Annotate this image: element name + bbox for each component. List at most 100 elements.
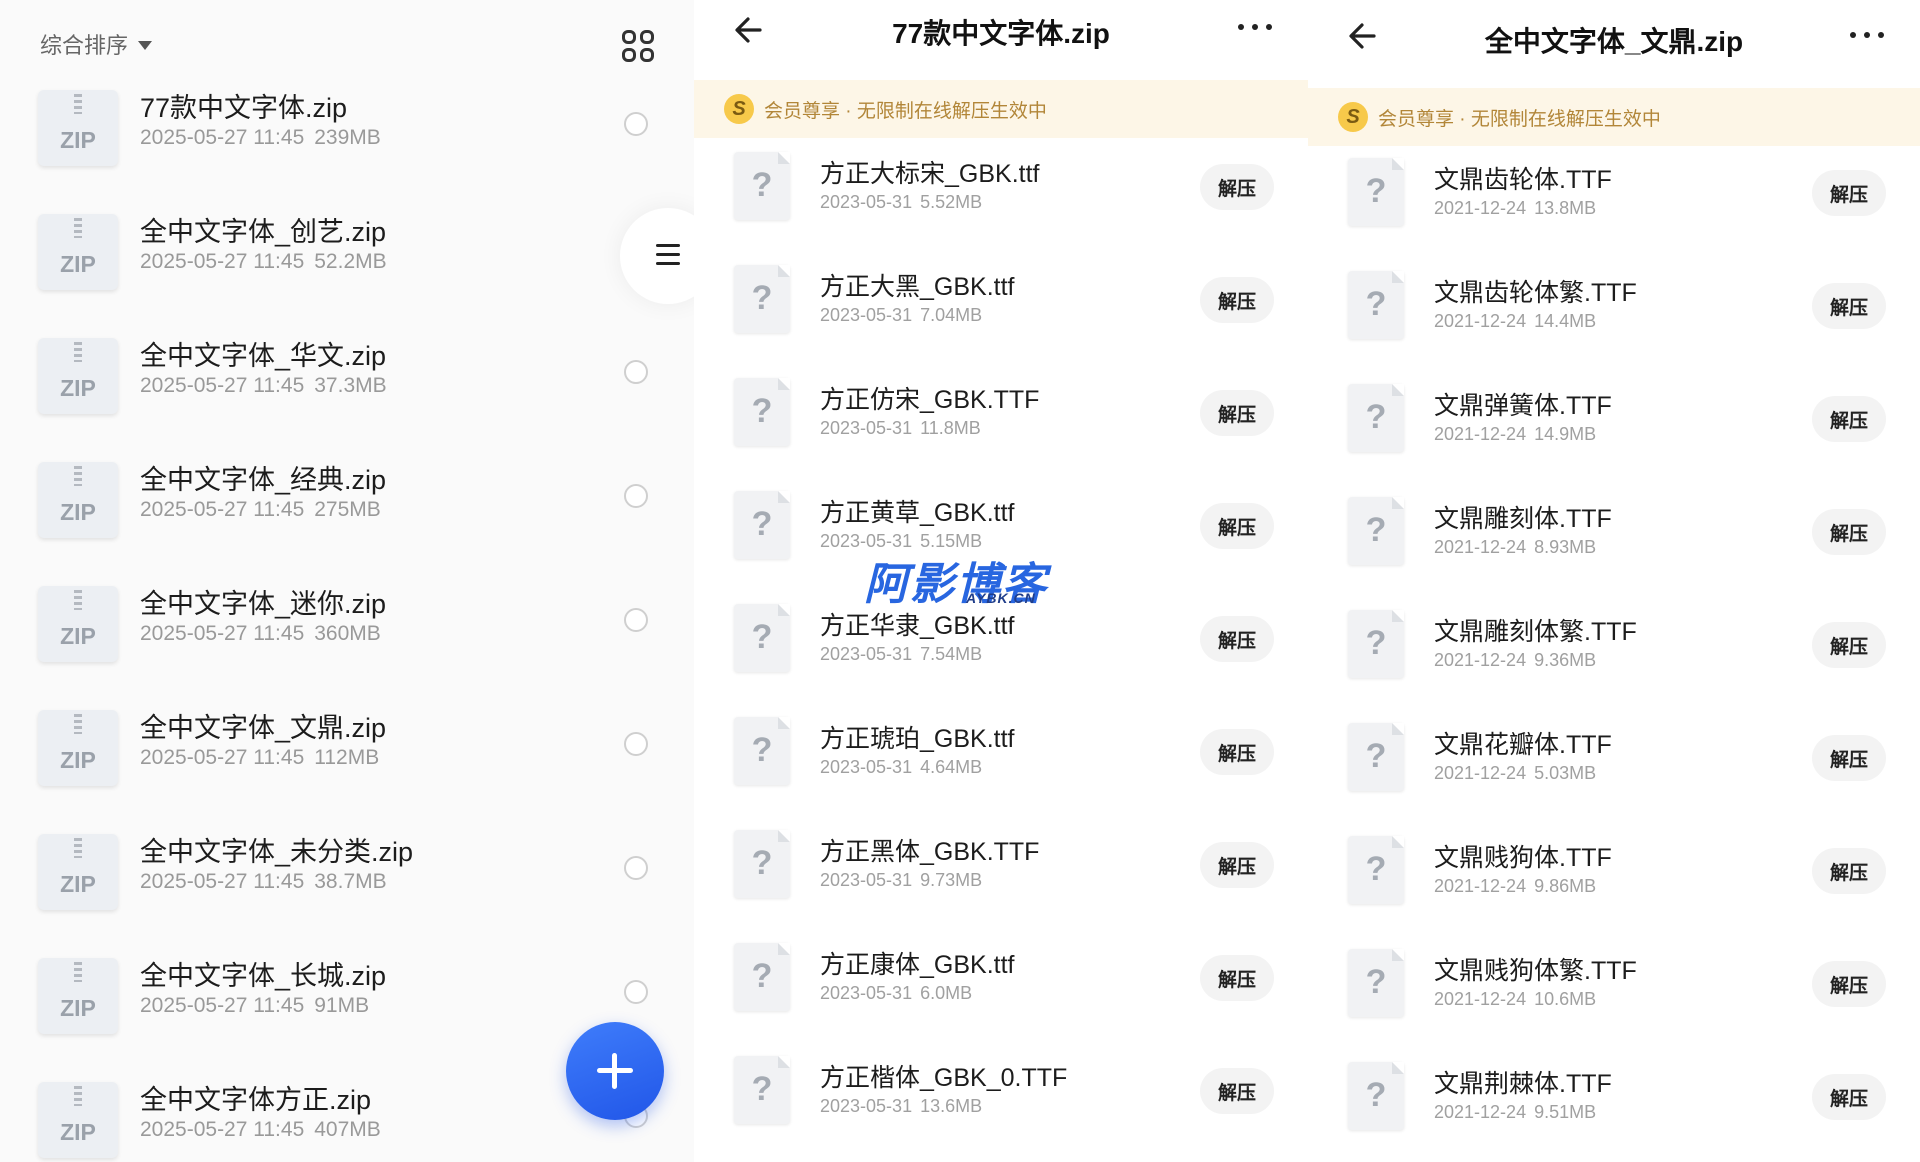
extract-button[interactable]: 解压 xyxy=(1812,848,1886,894)
archive-panel-wending: 全中文字体_文鼎.zip S 会员尊享 · 无限制在线解压生效中 ? 文鼎齿轮体.… xyxy=(1308,0,1920,1162)
select-radio[interactable] xyxy=(624,732,648,756)
file-name: 文鼎雕刻体繁.TTF xyxy=(1434,618,1637,646)
archive-file-row[interactable]: ? 文鼎弹簧体.TTF 2021-12-24 14.9MB 解压 xyxy=(1308,374,1920,487)
extract-button[interactable]: 解压 xyxy=(1812,622,1886,668)
extract-button[interactable]: 解压 xyxy=(1200,390,1274,436)
question-mark-glyph: ? xyxy=(751,844,773,882)
extract-button[interactable]: 解压 xyxy=(1812,396,1886,442)
extract-button[interactable]: 解压 xyxy=(1812,735,1886,781)
extract-button[interactable]: 解压 xyxy=(1200,955,1274,1001)
extract-button[interactable]: 解压 xyxy=(1812,509,1886,555)
file-date: 2023-05-31 xyxy=(820,870,913,890)
archive-file-row[interactable]: ? 文鼎齿轮体繁.TTF 2021-12-24 14.4MB 解压 xyxy=(1308,261,1920,374)
file-name: 方正康体_GBK.ttf xyxy=(820,951,1015,979)
select-radio[interactable] xyxy=(624,112,648,136)
extract-button[interactable]: 解压 xyxy=(1812,283,1886,329)
extract-button[interactable]: 解压 xyxy=(1200,1068,1274,1114)
top-bar: 全中文字体_文鼎.zip xyxy=(1308,0,1920,80)
archive-file-row[interactable]: ? 文鼎雕刻体.TTF 2021-12-24 8.93MB 解压 xyxy=(1308,487,1920,600)
file-date: 2021-12-24 xyxy=(1434,989,1527,1009)
unknown-file-icon: ? xyxy=(734,604,790,672)
file-date: 2023-05-31 xyxy=(820,983,913,1003)
archive-file-row[interactable]: ? 方正康体_GBK.ttf 2023-05-31 6.0MB 解压 xyxy=(694,933,1308,1046)
select-radio[interactable] xyxy=(624,980,648,1004)
question-mark-glyph: ? xyxy=(751,392,773,430)
file-name: 方正华隶_GBK.ttf xyxy=(820,612,1015,640)
file-meta: 2023-05-31 4.64MB xyxy=(820,757,982,778)
file-date: 2023-05-31 xyxy=(820,305,913,325)
file-date: 2021-12-24 xyxy=(1434,650,1527,670)
file-size: 11.8MB xyxy=(920,418,981,438)
file-date: 2023-05-31 xyxy=(820,192,913,212)
archive-file-row[interactable]: ? 文鼎荆棘体.TTF 2021-12-24 9.51MB 解压 xyxy=(1308,1052,1920,1162)
zip-file-row[interactable]: ZIP 全中文字体_未分类.zip 2025-05-27 11:45 38.7MB xyxy=(0,826,694,950)
more-dots-icon[interactable] xyxy=(1850,32,1884,40)
question-mark-glyph: ? xyxy=(1365,285,1387,323)
archive-file-row[interactable]: ? 文鼎齿轮体.TTF 2021-12-24 13.8MB 解压 xyxy=(1308,148,1920,261)
zip-file-icon: ZIP xyxy=(38,214,118,290)
archive-file-row[interactable]: ? 文鼎贱狗体.TTF 2021-12-24 9.86MB 解压 xyxy=(1308,826,1920,939)
file-size: 5.03MB xyxy=(1534,763,1597,783)
archive-file-row[interactable]: ? 方正大标宋_GBK.ttf 2023-05-31 5.52MB 解压 xyxy=(694,142,1308,255)
zip-file-row[interactable]: ZIP 全中文字体_华文.zip 2025-05-27 11:45 37.3MB xyxy=(0,330,694,454)
question-mark-glyph: ? xyxy=(1365,737,1387,775)
extract-button[interactable]: 解压 xyxy=(1812,1074,1886,1120)
zip-file-row[interactable]: ZIP 全中文字体_经典.zip 2025-05-27 11:45 275MB xyxy=(0,454,694,578)
extract-button[interactable]: 解压 xyxy=(1200,277,1274,323)
top-bar: 77款中文字体.zip xyxy=(694,0,1308,80)
archive-file-row[interactable]: ? 方正黄草_GBK.ttf 2023-05-31 5.15MB 解压 xyxy=(694,481,1308,594)
question-mark-glyph: ? xyxy=(751,1070,773,1108)
unknown-file-icon: ? xyxy=(1348,271,1404,339)
file-name: 文鼎贱狗体.TTF xyxy=(1434,844,1612,872)
archive-file-row[interactable]: ? 文鼎雕刻体繁.TTF 2021-12-24 9.36MB 解压 xyxy=(1308,600,1920,713)
file-size: 239MB xyxy=(314,126,381,149)
unknown-file-icon: ? xyxy=(734,943,790,1011)
file-size: 38.7MB xyxy=(314,870,387,893)
select-radio[interactable] xyxy=(624,856,648,880)
zip-file-row[interactable]: ZIP 全中文字体_迷你.zip 2025-05-27 11:45 360MB xyxy=(0,578,694,702)
select-radio[interactable] xyxy=(624,608,648,632)
archive-file-row[interactable]: ? 方正琥珀_GBK.ttf 2023-05-31 4.64MB 解压 xyxy=(694,707,1308,820)
zip-file-icon: ZIP xyxy=(38,710,118,786)
select-radio[interactable] xyxy=(624,484,648,508)
grid-view-icon[interactable] xyxy=(622,30,654,62)
zip-file-row[interactable]: ZIP 全中文字体_文鼎.zip 2025-05-27 11:45 112MB xyxy=(0,702,694,826)
file-size: 9.51MB xyxy=(1534,1102,1597,1122)
archive-file-row[interactable]: ? 文鼎花瓣体.TTF 2021-12-24 5.03MB 解压 xyxy=(1308,713,1920,826)
extract-button[interactable]: 解压 xyxy=(1200,164,1274,210)
file-meta: 2025-05-27 11:45 239MB xyxy=(140,126,381,150)
file-meta: 2025-05-27 11:45 91MB xyxy=(140,994,369,1018)
unknown-file-icon: ? xyxy=(1348,836,1404,904)
file-size: 7.54MB xyxy=(920,644,983,664)
archive-file-row[interactable]: ? 文鼎贱狗体繁.TTF 2021-12-24 10.6MB 解压 xyxy=(1308,939,1920,1052)
archive-file-row[interactable]: ? 方正楷体_GBK_0.TTF 2023-05-31 13.6MB 解压 xyxy=(694,1046,1308,1159)
file-meta: 2023-05-31 7.54MB xyxy=(820,644,982,665)
archive-file-row[interactable]: ? 方正黑体_GBK.TTF 2023-05-31 9.73MB 解压 xyxy=(694,820,1308,933)
file-meta: 2025-05-27 11:45 360MB xyxy=(140,622,381,646)
vip-banner: S 会员尊享 · 无限制在线解压生效中 xyxy=(694,80,1308,138)
zip-file-row[interactable]: ZIP 77款中文字体.zip 2025-05-27 11:45 239MB xyxy=(0,82,694,206)
file-meta: 2021-12-24 9.51MB xyxy=(1434,1102,1596,1123)
file-date: 2023-05-31 xyxy=(820,644,913,664)
more-dots-icon[interactable] xyxy=(1238,24,1272,32)
question-mark-glyph: ? xyxy=(1365,850,1387,888)
archive-file-row[interactable]: ? 方正仿宋_GBK.TTF 2023-05-31 11.8MB 解压 xyxy=(694,368,1308,481)
unknown-file-icon: ? xyxy=(1348,949,1404,1017)
zip-file-icon: ZIP xyxy=(38,1082,118,1158)
archive-file-row[interactable]: ? 方正大黑_GBK.ttf 2023-05-31 7.04MB 解压 xyxy=(694,255,1308,368)
zip-file-row[interactable]: ZIP 全中文字体_创艺.zip 2025-05-27 11:45 52.2MB xyxy=(0,206,694,330)
extract-button[interactable]: 解压 xyxy=(1812,961,1886,1007)
select-radio[interactable] xyxy=(624,360,648,384)
unknown-file-icon: ? xyxy=(1348,723,1404,791)
add-fab-button[interactable] xyxy=(566,1022,664,1120)
extract-button[interactable]: 解压 xyxy=(1200,729,1274,775)
file-date: 2021-12-24 xyxy=(1434,311,1527,331)
file-size: 7.04MB xyxy=(920,305,983,325)
extract-button[interactable]: 解压 xyxy=(1200,503,1274,549)
extract-button[interactable]: 解压 xyxy=(1200,842,1274,888)
unknown-file-icon: ? xyxy=(1348,158,1404,226)
extract-button[interactable]: 解压 xyxy=(1812,170,1886,216)
extract-button[interactable]: 解压 xyxy=(1200,616,1274,662)
sort-dropdown[interactable]: 综合排序 xyxy=(40,28,153,60)
archive-file-row[interactable]: ? 方正华隶_GBK.ttf 2023-05-31 7.54MB 解压 xyxy=(694,594,1308,707)
